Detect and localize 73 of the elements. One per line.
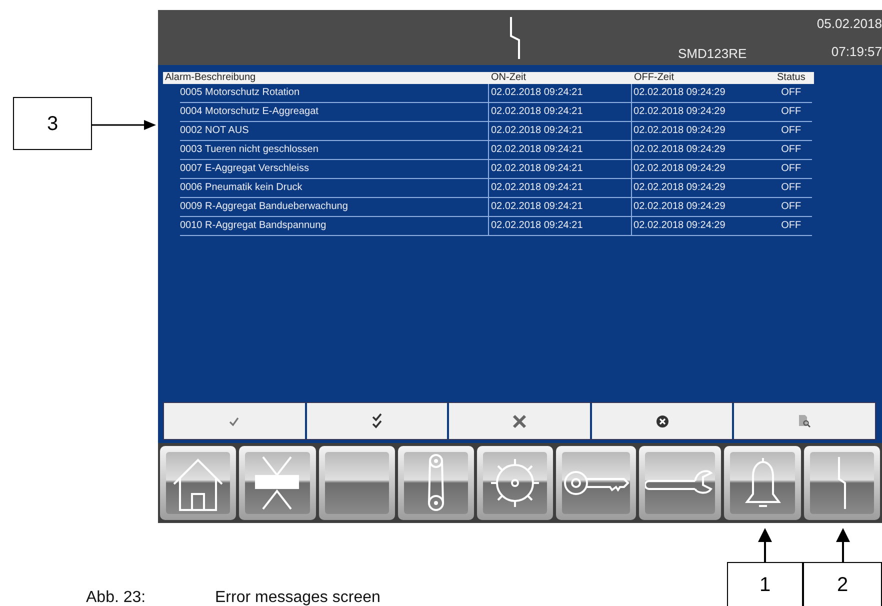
device-name: SMD123RE: [678, 45, 747, 63]
cancel-icon: [656, 414, 669, 428]
table-cell-text: OFF: [780, 219, 802, 233]
table-cell: 02.02.2018 09:24:29: [630, 141, 774, 159]
alarm-row[interactable]: 0004 Motorschutz E-Aggreagat 02.02.2018 09:24:21 02.02.2018 09:24:29 OFF: [180, 103, 812, 122]
date-text: 05.02.2018: [816, 15, 882, 33]
column-header: Status: [776, 72, 806, 84]
table-cell-text: 0006 Pneumatik kein Druck: [180, 181, 304, 195]
table-cell-text: OFF: [780, 181, 802, 195]
table-cell: 02.02.2018 09:24:29: [630, 179, 774, 197]
nav-button[interactable]: [398, 446, 474, 520]
table-cell: 02.02.2018 09:24:29: [630, 198, 774, 216]
table-cell: 02.02.2018 09:24:21: [488, 122, 631, 140]
table-cell: 02.02.2018 09:24:21: [488, 84, 631, 102]
alarm-row[interactable]: 0002 NOT AUS 02.02.2018 09:24:21 02.02.2018 09:24:29 OFF: [180, 122, 812, 141]
alarm-status-icon: [510, 16, 520, 60]
table-cell: 02.02.2018 09:24:21: [488, 160, 631, 178]
table-cell: 02.02.2018 09:24:21: [488, 198, 631, 216]
table-cell: 02.02.2018 09:24:21: [488, 141, 631, 159]
table-cell-text: 0004 Motorschutz E-Aggreagat: [180, 105, 320, 119]
table-cell-text: OFF: [780, 143, 802, 157]
callout-label: 3: [13, 97, 92, 150]
callout-arrow: [835, 528, 851, 562]
alarm-row[interactable]: 0010 R-Aggregat Bandspannung 02.02.2018 09:24:21 02.02.2018 09:24:29 OFF: [180, 217, 812, 236]
double-check-icon: [370, 413, 383, 429]
column-header: OFF-Zeit: [633, 72, 675, 84]
nav-button[interactable]: [639, 446, 722, 520]
nav-button[interactable]: [239, 446, 316, 520]
toolbar-button[interactable]: [449, 403, 592, 439]
nav-button[interactable]: [804, 446, 880, 520]
alarm-row[interactable]: 0006 Pneumatik kein Druck 02.02.2018 09:24:21 02.02.2018 09:24:29 OFF: [180, 179, 812, 198]
table-cell: 02.02.2018 09:24:29: [630, 217, 774, 235]
callout-label: 2: [803, 562, 882, 606]
alarm-row[interactable]: 0003 Tueren nicht geschlossen 02.02.2018 09:24:21 02.02.2018 09:24:29 OFF: [180, 141, 812, 160]
nav-button[interactable]: [318, 446, 395, 520]
table-cell: 02.02.2018 09:24:21: [488, 103, 631, 121]
toolbar-button[interactable]: [592, 403, 734, 439]
table-cell: 02.02.2018 09:24:29: [630, 103, 774, 121]
callout-arrow: [757, 528, 773, 562]
callout-arrow: [92, 119, 157, 131]
toolbar-button[interactable]: [306, 403, 450, 439]
table-cell-text: OFF: [780, 200, 802, 214]
time-text: 07:19:57: [831, 43, 882, 61]
table-cell: 02.02.2018 09:24:29: [630, 122, 774, 140]
table-cell: 02.02.2018 09:24:21: [488, 217, 631, 235]
nav-button[interactable]: [724, 446, 801, 520]
table-cell-text: OFF: [780, 105, 802, 119]
figure-number: Abb. 23:: [86, 588, 146, 606]
table-cell-text: 0002 NOT AUS: [180, 124, 250, 138]
nav-button[interactable]: [160, 446, 236, 520]
table-cell-text: 0010 R-Aggregat Bandspannung: [180, 219, 328, 233]
alarm-row[interactable]: 0005 Motorschutz Rotation 02.02.2018 09:24:21 02.02.2018 09:24:29 OFF: [180, 84, 812, 103]
table-cell-text: 0009 R-Aggregat Bandueberwachung: [180, 200, 349, 214]
nav-button[interactable]: [477, 446, 554, 520]
table-cell-text: 0007 E-Aggregat Verschleiss: [180, 162, 310, 176]
callout-label: 1: [727, 562, 803, 606]
table-cell-text: 0003 Tueren nicht geschlossen: [180, 143, 320, 157]
table-cell-text: OFF: [780, 162, 802, 176]
alarm-row[interactable]: 0009 R-Aggregat Bandueberwachung 02.02.2018 09:24:21 02.02.2018 09:24:29 OFF: [180, 198, 812, 217]
table-cell-text: OFF: [780, 124, 802, 138]
figure-caption: Error messages screen: [215, 588, 380, 606]
table-cell: 02.02.2018 09:24:29: [630, 160, 774, 178]
nav-button[interactable]: [556, 446, 636, 520]
column-header: Alarm-Beschreibung: [164, 72, 257, 84]
table-cell: 02.02.2018 09:24:29: [630, 84, 774, 102]
column-header: ON-Zeit: [490, 72, 527, 84]
check-icon: [228, 416, 240, 426]
table-cell-text: OFF: [780, 86, 802, 100]
close-icon: [512, 414, 527, 428]
alarm-row[interactable]: 0007 E-Aggregat Verschleiss 02.02.2018 09:24:21 02.02.2018 09:24:29 OFF: [180, 160, 812, 179]
document-search-icon: [798, 414, 812, 428]
table-cell: 02.02.2018 09:24:21: [488, 179, 631, 197]
table-cell-text: 0005 Motorschutz Rotation: [180, 86, 301, 100]
